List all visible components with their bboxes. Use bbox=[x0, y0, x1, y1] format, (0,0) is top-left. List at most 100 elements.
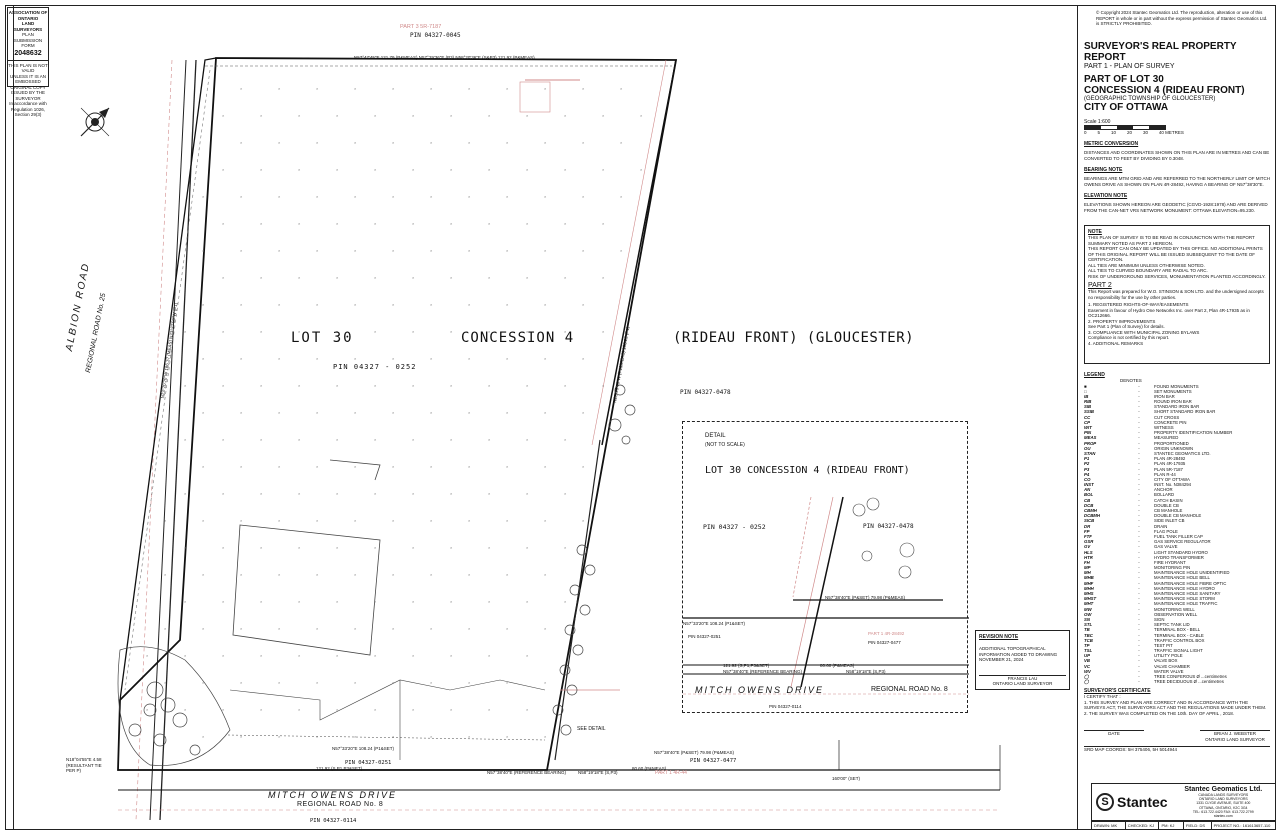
certificate-signature: BRIAN J. WEBSTER ONTARIO LAND SURVEYOR bbox=[1200, 730, 1270, 742]
spot-elevation-mark: × bbox=[468, 518, 471, 523]
spot-elevation-mark: × bbox=[374, 491, 377, 496]
spot-elevation-mark: × bbox=[488, 221, 491, 226]
stantec-logo-icon: S bbox=[1096, 793, 1114, 811]
spot-elevation-mark: × bbox=[640, 167, 643, 172]
spot-elevation-mark: × bbox=[278, 194, 281, 199]
spot-elevation-mark: × bbox=[336, 383, 339, 388]
note-heading: METRIC CONVERSION bbox=[1084, 141, 1139, 147]
spot-elevation-mark: × bbox=[430, 572, 433, 577]
spot-elevation-mark: × bbox=[260, 113, 263, 118]
spot-elevation-mark: × bbox=[316, 572, 319, 577]
spot-elevation-mark: × bbox=[240, 518, 243, 523]
spot-elevation-mark: × bbox=[278, 140, 281, 145]
pm: PM: KJ bbox=[1159, 822, 1184, 829]
spot-elevation-mark: × bbox=[412, 329, 415, 334]
spot-elevation-mark: × bbox=[240, 140, 243, 145]
spot-elevation-mark: × bbox=[354, 680, 357, 685]
metric-note: METRIC CONVERSION DISTANCES AND COORDINA… bbox=[1084, 141, 1270, 161]
spot-elevation-mark: × bbox=[202, 356, 205, 361]
scale-tick: 5 bbox=[1097, 129, 1100, 135]
spot-elevation-mark: × bbox=[430, 248, 433, 253]
spot-elevation-mark: × bbox=[316, 356, 319, 361]
set-angle: 160'00" (SET) bbox=[832, 776, 860, 781]
detail-pin-114: PIN 04327-0114 bbox=[769, 704, 802, 709]
spot-elevation-mark: × bbox=[430, 194, 433, 199]
spot-elevation-mark: × bbox=[374, 653, 377, 658]
bottom-bearing-3: N58°19'18"E (S,P3) bbox=[578, 770, 618, 775]
spot-elevation-mark: × bbox=[582, 356, 585, 361]
spot-elevation-mark: × bbox=[336, 599, 339, 604]
spot-elevation-mark: × bbox=[260, 437, 263, 442]
spot-elevation-mark: × bbox=[260, 329, 263, 334]
spot-elevation-mark: × bbox=[298, 653, 301, 658]
legend-rows: ■ - FOUND MONUMENTS □ - SET MONUMENTS IB - IRON … bbox=[1084, 384, 1270, 685]
lot-label: LOT 30 bbox=[291, 330, 354, 346]
part1-4r44: PART 1 4R-44 bbox=[655, 770, 687, 776]
spot-elevation-mark: × bbox=[222, 653, 225, 658]
spot-elevation-mark: × bbox=[412, 167, 415, 172]
see-detail-label: SEE DETAIL bbox=[577, 726, 606, 732]
spot-elevation-mark: × bbox=[240, 302, 243, 307]
spot-elevation-mark: × bbox=[240, 464, 243, 469]
spot-elevation-mark: × bbox=[222, 707, 225, 712]
spot-elevation-mark: × bbox=[506, 518, 509, 523]
spot-elevation-mark: × bbox=[222, 329, 225, 334]
spot-elevation-mark: × bbox=[164, 734, 167, 739]
spot-elevation-mark: × bbox=[506, 680, 509, 685]
report-part: PART 1 - PLAN OF SURVEY bbox=[1084, 62, 1175, 70]
scale-ticks: 0 5 10 20 30 40 METRES bbox=[1084, 130, 1184, 136]
spot-elevation-mark: × bbox=[450, 545, 453, 550]
spot-elevation-mark: × bbox=[374, 113, 377, 118]
spot-elevation-mark: × bbox=[544, 194, 547, 199]
spot-elevation-mark: × bbox=[202, 734, 205, 739]
spot-elevation-mark: × bbox=[336, 167, 339, 172]
scale-tick: 40 METRES bbox=[1158, 129, 1184, 135]
spot-elevation-mark: × bbox=[488, 599, 491, 604]
spot-elevation-mark: × bbox=[564, 383, 567, 388]
spot-elevation-mark: × bbox=[488, 437, 491, 442]
spot-elevation-mark: × bbox=[506, 248, 509, 253]
spot-elevation-mark: × bbox=[222, 275, 225, 280]
company-name: Stantec Geomatics Ltd. bbox=[1184, 785, 1263, 793]
spot-elevation-mark: × bbox=[202, 572, 205, 577]
concession-label: CONCESSION 4 bbox=[461, 330, 575, 346]
spot-elevation-mark: × bbox=[544, 356, 547, 361]
spot-elevation-mark: × bbox=[184, 329, 187, 334]
spot-elevation-mark: × bbox=[488, 167, 491, 172]
report-lot: PART OF LOT 30 bbox=[1084, 73, 1164, 85]
spot-elevation-mark: × bbox=[602, 383, 605, 388]
spot-elevation-mark: × bbox=[240, 356, 243, 361]
spot-elevation-mark: × bbox=[392, 734, 395, 739]
spot-elevation-mark: × bbox=[222, 545, 225, 550]
spot-elevation-mark: × bbox=[202, 464, 205, 469]
elevation-note: ELEVATION NOTE ELEVATIONS SHOWN HEREON A… bbox=[1084, 193, 1270, 213]
spot-elevation-mark: × bbox=[450, 599, 453, 604]
spot-elevation-mark: × bbox=[640, 113, 643, 118]
spot-elevation-mark: × bbox=[260, 707, 263, 712]
spot-elevation-mark: × bbox=[374, 599, 377, 604]
spot-elevation-mark: × bbox=[278, 302, 281, 307]
spot-elevation-mark: × bbox=[374, 275, 377, 280]
north-arrow-icon bbox=[80, 107, 110, 137]
spot-elevation-mark: × bbox=[222, 491, 225, 496]
spot-elevation-mark: × bbox=[526, 383, 529, 388]
spot-elevation-mark: × bbox=[468, 140, 471, 145]
spot-elevation-mark: × bbox=[222, 599, 225, 604]
spot-elevation-mark: × bbox=[354, 140, 357, 145]
spot-elevation-mark: × bbox=[526, 599, 529, 604]
top-bearing: N57°47'45"E 121.79 (P&MEAS) N57°29'36"E … bbox=[354, 55, 535, 60]
spot-elevation-mark: × bbox=[468, 302, 471, 307]
spot-elevation-mark: × bbox=[392, 86, 395, 91]
spot-elevation-mark: × bbox=[392, 572, 395, 577]
revision-text: ADDITIONAL TOPOGRAPHICAL INFORMATION ADD… bbox=[979, 646, 1058, 662]
spot-elevation-mark: × bbox=[468, 680, 471, 685]
spot-elevation-mark: × bbox=[468, 248, 471, 253]
spot-elevation-mark: × bbox=[506, 356, 509, 361]
spot-elevation-mark: × bbox=[468, 734, 471, 739]
spot-elevation-mark: × bbox=[488, 707, 491, 712]
spot-elevation-mark: × bbox=[564, 167, 567, 172]
spot-elevation-mark: × bbox=[468, 464, 471, 469]
spot-elevation-mark: × bbox=[392, 302, 395, 307]
report-heading: SURVEYOR'S REAL PROPERTY REPORT bbox=[1084, 40, 1237, 63]
spot-elevation-mark: × bbox=[412, 599, 415, 604]
